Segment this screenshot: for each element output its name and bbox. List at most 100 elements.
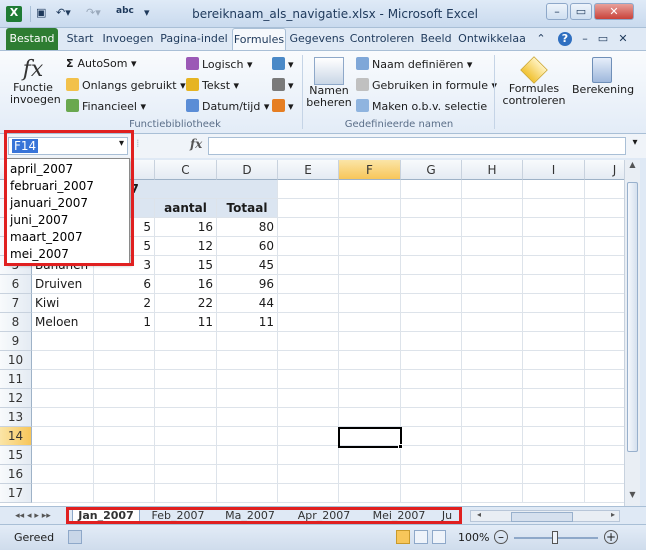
data-cell-c[interactable]: 16 xyxy=(155,218,217,237)
data-cell-b[interactable]: 6 xyxy=(94,275,155,294)
row-header[interactable]: 10 xyxy=(0,351,32,370)
grid-cell[interactable] xyxy=(339,465,401,484)
grid-cell[interactable] xyxy=(94,446,155,465)
column-header[interactable]: I xyxy=(523,160,585,180)
grid-cell[interactable] xyxy=(462,218,523,237)
grid-cell[interactable] xyxy=(585,256,624,275)
tab-formules[interactable]: Formules xyxy=(232,28,286,50)
minimize-workbook-icon[interactable]: – xyxy=(578,28,592,50)
minimize-icon[interactable]: – xyxy=(546,3,568,20)
grid-cell[interactable] xyxy=(339,256,401,275)
fill-handle[interactable] xyxy=(398,444,403,449)
grid-cell[interactable] xyxy=(462,332,523,351)
restore-workbook-icon[interactable]: ▭ xyxy=(596,28,610,50)
page-break-view-icon[interactable] xyxy=(432,530,446,544)
more-functions-button[interactable]: ▾ xyxy=(272,99,294,113)
grid-cell[interactable] xyxy=(339,275,401,294)
h-scroll-thumb[interactable] xyxy=(511,512,573,522)
grid-cell[interactable] xyxy=(278,484,339,503)
undo-icon[interactable]: ↶▾ xyxy=(56,6,76,22)
grid-cell[interactable] xyxy=(278,294,339,313)
grid-cell[interactable] xyxy=(462,199,523,218)
grid-cell[interactable] xyxy=(585,408,624,427)
grid-cell[interactable] xyxy=(32,484,94,503)
grid-cell[interactable] xyxy=(462,408,523,427)
grid-cell[interactable] xyxy=(339,294,401,313)
grid-cell[interactable] xyxy=(94,370,155,389)
create-from-selection-button[interactable]: Maken o.b.v. selectie xyxy=(356,99,487,113)
grid-cell[interactable] xyxy=(523,199,585,218)
grid-cell[interactable] xyxy=(32,427,94,446)
row-header[interactable]: 15 xyxy=(0,446,32,465)
grid-cell[interactable] xyxy=(94,427,155,446)
grid-cell[interactable] xyxy=(217,332,278,351)
help-icon[interactable]: ? xyxy=(556,28,574,50)
grid-cell[interactable] xyxy=(523,408,585,427)
column-header[interactable]: D xyxy=(217,160,278,180)
data-cell-b[interactable]: 1 xyxy=(94,313,155,332)
grid-cell[interactable] xyxy=(401,237,462,256)
expand-formula-bar-icon[interactable]: ▾ xyxy=(628,137,642,155)
data-cell-d[interactable]: 60 xyxy=(217,237,278,256)
data-cell-a[interactable]: Druiven xyxy=(32,275,94,294)
column-header[interactable]: J xyxy=(585,160,624,180)
grid-cell[interactable] xyxy=(523,218,585,237)
tab-start[interactable]: Start xyxy=(62,28,98,50)
grid-cell[interactable] xyxy=(278,465,339,484)
maximize-icon[interactable]: ▭ xyxy=(570,3,592,20)
data-cell-c[interactable]: 22 xyxy=(155,294,217,313)
data-cell-d[interactable]: 45 xyxy=(217,256,278,275)
grid-cell[interactable] xyxy=(523,389,585,408)
close-icon[interactable]: ✕ xyxy=(594,3,634,20)
grid-cell[interactable] xyxy=(155,484,217,503)
data-cell-a[interactable]: Meloen xyxy=(32,313,94,332)
close-workbook-icon[interactable]: ✕ xyxy=(616,28,630,50)
grid-cell[interactable] xyxy=(401,218,462,237)
grid-cell[interactable] xyxy=(523,465,585,484)
grid-cell[interactable] xyxy=(401,351,462,370)
grid-cell[interactable] xyxy=(32,408,94,427)
grid-cell[interactable] xyxy=(155,351,217,370)
grid-cell[interactable] xyxy=(462,313,523,332)
customize-qat-icon[interactable]: ▾ xyxy=(144,6,156,22)
grid-cell[interactable] xyxy=(585,332,624,351)
grid-cell[interactable] xyxy=(523,180,585,199)
column-header[interactable]: C xyxy=(155,160,217,180)
grid-cell[interactable] xyxy=(585,237,624,256)
grid-cell[interactable] xyxy=(401,332,462,351)
grid-cell[interactable] xyxy=(32,351,94,370)
grid-cell[interactable] xyxy=(523,313,585,332)
grid-cell[interactable] xyxy=(339,408,401,427)
grid-cell[interactable] xyxy=(32,446,94,465)
grid-cell[interactable] xyxy=(523,237,585,256)
grid-cell[interactable] xyxy=(217,408,278,427)
grid-cell[interactable] xyxy=(32,332,94,351)
horizontal-scrollbar[interactable]: ◂ ▸ xyxy=(470,510,620,522)
grid-cell[interactable] xyxy=(217,427,278,446)
grid-cell[interactable] xyxy=(585,218,624,237)
grid-cell[interactable] xyxy=(523,256,585,275)
grid-cell[interactable] xyxy=(155,389,217,408)
grid-cell[interactable] xyxy=(217,446,278,465)
data-cell-d[interactable]: 96 xyxy=(217,275,278,294)
scroll-right-icon[interactable]: ▸ xyxy=(611,510,615,519)
row-header[interactable]: 8 xyxy=(0,313,32,332)
grid-cell[interactable] xyxy=(155,408,217,427)
grid-cell[interactable] xyxy=(523,294,585,313)
data-cell-c[interactable]: 11 xyxy=(155,313,217,332)
grid-cell[interactable] xyxy=(523,446,585,465)
grid-cell[interactable] xyxy=(278,332,339,351)
grid-cell[interactable] xyxy=(523,275,585,294)
grid-cell[interactable] xyxy=(462,427,523,446)
tab-beeld[interactable]: Beeld xyxy=(418,28,454,50)
grid-cell[interactable] xyxy=(462,294,523,313)
data-cell-a[interactable]: Kiwi xyxy=(32,294,94,313)
grid-cell[interactable] xyxy=(339,351,401,370)
tab-invoegen[interactable]: Invoegen xyxy=(100,28,156,50)
zoom-in-icon[interactable]: + xyxy=(604,530,618,544)
grid-cell[interactable] xyxy=(401,313,462,332)
grid-cell[interactable] xyxy=(462,256,523,275)
zoom-out-icon[interactable]: – xyxy=(494,530,508,544)
grid-cell[interactable] xyxy=(94,389,155,408)
tab-bestand[interactable]: Bestand xyxy=(6,28,58,50)
